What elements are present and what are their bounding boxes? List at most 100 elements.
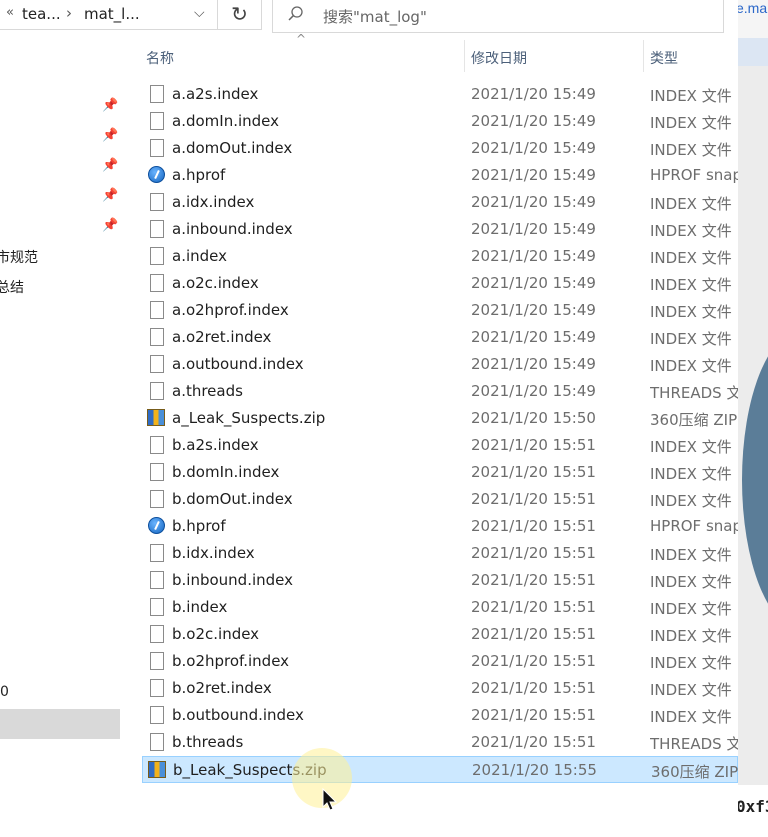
file-row[interactable]: b.o2ret.index 2021/1/20 15:51 INDEX 文件 (142, 675, 738, 702)
zip-archive-icon (148, 761, 166, 778)
document-icon (150, 382, 164, 400)
file-date: 2021/1/20 15:49 (471, 355, 596, 373)
pin-icon[interactable]: 📌 (102, 218, 118, 233)
file-row[interactable]: b.index 2021/1/20 15:51 INDEX 文件 (142, 594, 738, 621)
file-type: 360压缩 ZIP (650, 411, 738, 429)
file-name: a.hprof (172, 166, 226, 184)
mouse-cursor-icon (322, 788, 338, 811)
file-row[interactable]: a.domIn.index 2021/1/20 15:49 INDEX 文件 (142, 108, 738, 135)
file-type: INDEX 文件 (650, 654, 732, 672)
file-row[interactable]: a.outbound.index 2021/1/20 15:49 INDEX 文件 (142, 351, 738, 378)
file-type: INDEX 文件 (650, 357, 732, 375)
file-date: 2021/1/20 15:51 (471, 436, 596, 454)
file-row[interactable]: b.domIn.index 2021/1/20 15:51 INDEX 文件 (142, 459, 738, 486)
column-divider[interactable] (464, 40, 465, 72)
file-name: a.inbound.index (172, 220, 293, 238)
file-name: b.domIn.index (172, 463, 280, 481)
column-divider[interactable] (643, 40, 644, 72)
nav-item-selected[interactable] (0, 709, 120, 739)
file-type: INDEX 文件 (650, 600, 732, 618)
refresh-button[interactable]: ↻ (218, 0, 262, 30)
file-row[interactable]: b.threads 2021/1/20 15:51 THREADS 文 (142, 729, 738, 756)
document-icon (150, 247, 164, 265)
pin-icon[interactable]: 📌 (102, 188, 118, 203)
file-row[interactable]: a.idx.index 2021/1/20 15:49 INDEX 文件 (142, 189, 738, 216)
file-date: 2021/1/20 15:55 (472, 761, 597, 779)
file-explorer-window: { "toolbar": { "back_chevrons": "«", "cr… (0, 0, 768, 837)
file-name: a_Leak_Suspects.zip (172, 409, 326, 427)
file-date: 2021/1/20 15:51 (471, 571, 596, 589)
file-row[interactable]: b.a2s.index 2021/1/20 15:51 INDEX 文件 (142, 432, 738, 459)
file-rows: a.a2s.index 2021/1/20 15:49 INDEX 文件 a.domI… (142, 81, 738, 783)
file-row[interactable]: b.inbound.index 2021/1/20 15:51 INDEX 文件 (142, 567, 738, 594)
document-icon (150, 274, 164, 292)
column-header-date[interactable]: 修改日期 (471, 48, 527, 68)
pin-icon[interactable]: 📌 (102, 158, 118, 173)
file-row[interactable]: a.index 2021/1/20 15:49 INDEX 文件 (142, 243, 738, 270)
file-row[interactable]: a.threads 2021/1/20 15:49 THREADS 文 (142, 378, 738, 405)
file-date: 2021/1/20 15:51 (471, 733, 596, 751)
file-row[interactable]: a.a2s.index 2021/1/20 15:49 INDEX 文件 (142, 81, 738, 108)
file-row[interactable]: b.o2c.index 2021/1/20 15:51 INDEX 文件 (142, 621, 738, 648)
file-type: INDEX 文件 (650, 546, 732, 564)
file-row[interactable]: b.idx.index 2021/1/20 15:51 INDEX 文件 (142, 540, 738, 567)
document-icon (150, 85, 164, 103)
nav-item-label[interactable]: 0 (0, 684, 9, 700)
pin-icon[interactable]: 📌 (102, 98, 118, 113)
file-list: ^ 名称 修改日期 类型 a.a2s.index 2021/1/20 15:49 I… (130, 32, 738, 837)
document-icon (150, 625, 164, 643)
file-row[interactable]: b.domOut.index 2021/1/20 15:51 INDEX 文件 (142, 486, 738, 513)
file-name: a.domOut.index (172, 139, 293, 157)
file-date: 2021/1/20 15:51 (471, 625, 596, 643)
file-row[interactable]: a.domOut.index 2021/1/20 15:49 INDEX 文件 (142, 135, 738, 162)
chevron-down-icon[interactable]: ⌵ (194, 5, 205, 21)
document-icon (150, 301, 164, 319)
file-type: INDEX 文件 (650, 249, 732, 267)
address-bar[interactable]: « tea... › mat_l... ⌵ (0, 0, 218, 30)
file-row[interactable]: b.o2hprof.index 2021/1/20 15:51 INDEX 文件 (142, 648, 738, 675)
column-header-name[interactable]: 名称 (146, 48, 174, 68)
nav-item-label[interactable]: 市规范 (0, 247, 38, 267)
column-header-type[interactable]: 类型 (650, 48, 678, 68)
pin-icon[interactable]: 📌 (102, 128, 118, 143)
file-row[interactable]: b.outbound.index 2021/1/20 15:51 INDEX 文件 (142, 702, 738, 729)
file-date: 2021/1/20 15:49 (471, 301, 596, 319)
file-row[interactable]: b.hprof 2021/1/20 15:51 HPROF snap (142, 513, 738, 540)
file-type: INDEX 文件 (650, 465, 732, 483)
file-type: 360压缩 ZIP (651, 763, 739, 781)
file-date: 2021/1/20 15:49 (471, 274, 596, 292)
nav-item-label[interactable]: 总结 (0, 277, 24, 297)
file-row[interactable]: a.inbound.index 2021/1/20 15:49 INDEX 文件 (142, 216, 738, 243)
file-date: 2021/1/20 15:51 (471, 490, 596, 508)
background-shape (742, 330, 768, 630)
document-icon (150, 490, 164, 508)
document-icon (150, 355, 164, 373)
document-icon (150, 463, 164, 481)
file-type: INDEX 文件 (650, 87, 732, 105)
document-icon (150, 328, 164, 346)
file-row[interactable]: a.o2hprof.index 2021/1/20 15:49 INDEX 文件 (142, 297, 738, 324)
breadcrumb-current[interactable]: mat_l... (84, 5, 140, 23)
file-type: THREADS 文 (650, 735, 738, 753)
file-type: THREADS 文 (650, 384, 738, 402)
file-row[interactable]: a.o2c.index 2021/1/20 15:49 INDEX 文件 (142, 270, 738, 297)
file-date: 2021/1/20 15:51 (471, 652, 596, 670)
file-row[interactable]: a.hprof 2021/1/20 15:49 HPROF snap (142, 162, 738, 189)
file-name: a.threads (172, 382, 243, 400)
search-input[interactable]: 搜索"mat_log" (272, 0, 724, 33)
background-window: e.ma 0xf3 (738, 0, 768, 837)
sort-ascending-icon: ^ (296, 32, 307, 46)
file-row-selected[interactable]: b_Leak_Suspects.zip 2021/1/20 15:55 360压缩 … (142, 756, 738, 783)
document-icon (150, 112, 164, 130)
file-name: a.o2ret.index (172, 328, 272, 346)
document-icon (150, 436, 164, 454)
file-row[interactable]: a.o2ret.index 2021/1/20 15:49 INDEX 文件 (142, 324, 738, 351)
breadcrumb-parent[interactable]: tea... (22, 5, 61, 23)
file-type: INDEX 文件 (650, 141, 732, 159)
search-placeholder: 搜索"mat_log" (323, 8, 427, 26)
overflow-chevrons-icon[interactable]: « (6, 5, 14, 20)
breadcrumb-separator-icon[interactable]: › (66, 4, 72, 22)
file-row[interactable]: a_Leak_Suspects.zip 2021/1/20 15:50 360压缩 … (142, 405, 738, 432)
file-type: INDEX 文件 (650, 681, 732, 699)
file-date: 2021/1/20 15:51 (471, 517, 596, 535)
